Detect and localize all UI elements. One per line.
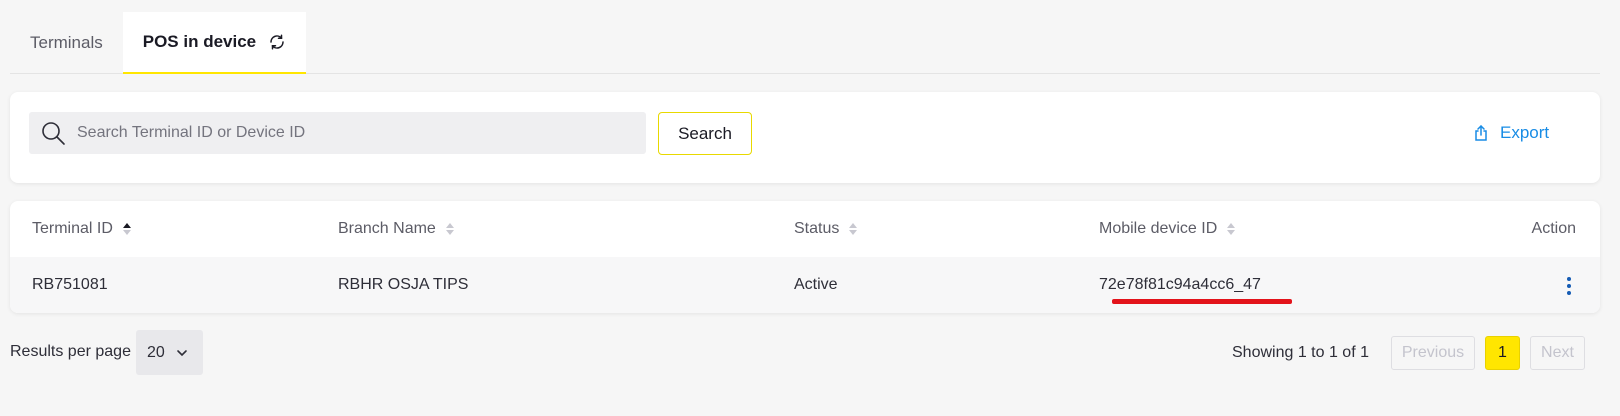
sort-icon[interactable] xyxy=(121,221,133,237)
column-header-status[interactable]: Status xyxy=(794,201,859,257)
column-header-label: Action xyxy=(1531,220,1576,237)
search-icon xyxy=(40,120,66,146)
table-footer: Results per page 20 Showing 1 to 1 of 1 … xyxy=(10,330,1600,376)
results-per-page-label: Results per page xyxy=(10,343,131,360)
search-input[interactable] xyxy=(77,124,637,142)
sort-icon[interactable] xyxy=(1225,221,1237,237)
tab-pos-in-device-label: POS in device xyxy=(142,32,257,51)
tab-bar: Terminals POS in device xyxy=(10,12,1600,74)
terminals-table: Terminal ID Branch Name Status Mobile de… xyxy=(10,201,1600,313)
tab-terminals[interactable]: Terminals xyxy=(10,12,123,74)
search-button[interactable]: Search xyxy=(658,112,752,155)
export-button[interactable]: Export xyxy=(1472,118,1549,148)
column-header-label: Terminal ID xyxy=(32,220,113,237)
showing-count: Showing 1 to 1 of 1 xyxy=(1232,344,1369,361)
sort-icon[interactable] xyxy=(847,221,859,237)
search-box[interactable] xyxy=(29,112,646,154)
cell-mobile-device-id: 72e78f81c94a4cc6_47 xyxy=(1099,276,1261,293)
sort-icon[interactable] xyxy=(444,221,456,237)
search-panel: Search Export xyxy=(10,92,1600,183)
next-page-button[interactable]: Next xyxy=(1530,336,1585,370)
tab-terminals-label: Terminals xyxy=(30,33,103,52)
chevron-down-icon xyxy=(175,346,189,360)
page-1-button[interactable]: 1 xyxy=(1485,336,1520,370)
cell-terminal-id: RB751081 xyxy=(32,276,108,293)
results-per-page-value: 20 xyxy=(147,343,165,361)
table-row[interactable]: RB751081 RBHR OSJA TIPS Active 72e78f81c… xyxy=(10,257,1600,313)
column-header-action: Action xyxy=(1532,201,1576,257)
column-header-label: Status xyxy=(794,220,840,237)
column-header-label: Mobile device ID xyxy=(1099,220,1218,237)
upload-icon xyxy=(1472,124,1490,142)
export-label: Export xyxy=(1500,123,1550,142)
refresh-icon[interactable] xyxy=(268,33,286,51)
column-header-mobile-device-id[interactable]: Mobile device ID xyxy=(1099,201,1237,257)
cell-status: Active xyxy=(794,276,838,293)
kebab-icon[interactable] xyxy=(1566,276,1572,296)
tab-pos-in-device[interactable]: POS in device xyxy=(122,12,307,74)
cell-branch-name: RBHR OSJA TIPS xyxy=(338,276,469,293)
previous-page-button[interactable]: Previous xyxy=(1391,336,1475,370)
results-per-page-select[interactable]: 20 xyxy=(136,330,203,375)
column-header-label: Branch Name xyxy=(338,220,436,237)
highlight-underline xyxy=(1112,299,1292,304)
column-header-terminal-id[interactable]: Terminal ID xyxy=(32,201,133,257)
column-header-branch-name[interactable]: Branch Name xyxy=(338,201,456,257)
